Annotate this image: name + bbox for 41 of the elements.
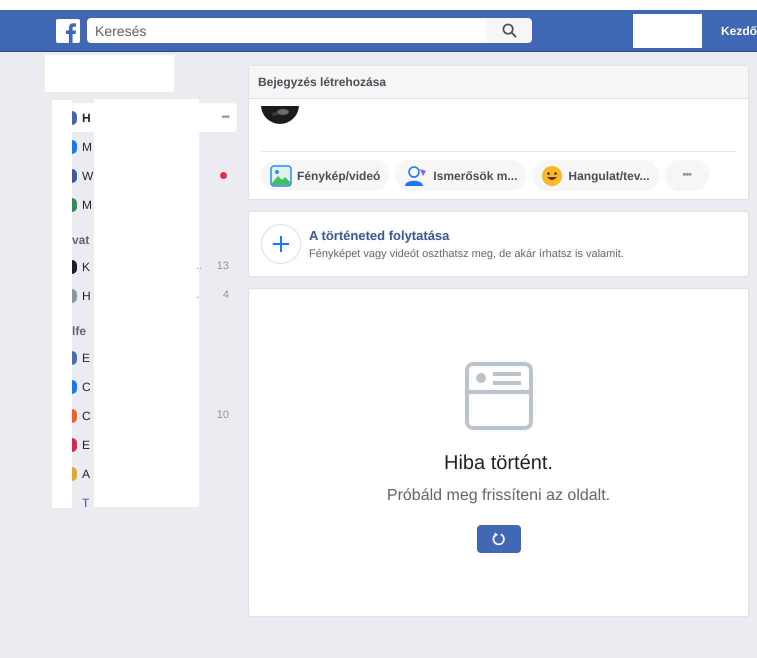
sidebar-item-link[interactable]: H <box>82 286 91 304</box>
home-link[interactable]: Kezdő <box>721 22 757 40</box>
sidebar-item-link[interactable]: M <box>82 196 92 214</box>
sidebar-item-link[interactable]: C <box>82 378 91 396</box>
search-button[interactable] <box>486 18 532 43</box>
story-subtitle: Fényképet vagy videót oszthatsz meg, de akár írhatsz is valamit. <box>309 246 624 262</box>
page-icon <box>464 362 532 430</box>
refresh-button[interactable] <box>476 525 520 553</box>
ellipsis: .. <box>196 259 202 274</box>
count: 10 <box>216 408 229 424</box>
card-title: Bejegyzés létrehozása <box>258 74 386 91</box>
add-button[interactable] <box>261 224 301 264</box>
section-heading: vat <box>72 232 90 249</box>
search-icon <box>502 23 517 38</box>
error-title: Hiba történt. <box>444 451 553 476</box>
sidebar-item-link[interactable]: C <box>82 406 91 424</box>
redaction-block <box>633 14 702 48</box>
smiley-icon <box>541 164 564 186</box>
composer-action-button[interactable]: Ismerősök m... <box>395 160 526 191</box>
person-tag-icon <box>404 164 428 186</box>
sidebar-item-link[interactable]: H <box>82 108 91 126</box>
logo-icon[interactable] <box>56 18 80 42</box>
refresh-icon <box>492 532 506 546</box>
sidebar-item-link[interactable]: A <box>82 464 90 482</box>
count: 4 <box>222 288 229 304</box>
sidebar-item-link[interactable]: M <box>82 138 92 156</box>
sidebar-item-link[interactable]: E <box>82 436 90 454</box>
ellipsis: . <box>196 288 200 304</box>
composer-action-button[interactable]: Hangulat/tev... <box>532 160 659 191</box>
plus-icon <box>273 236 289 252</box>
story-title: A történeted folytatása <box>309 227 450 245</box>
composer-action-button[interactable]: Fénykép/videó <box>261 160 390 191</box>
sidebar-item-link[interactable]: E <box>82 348 90 366</box>
error-message: Próbáld meg frissíteni az oldalt. <box>386 486 610 506</box>
sidebar-item-link[interactable]: W <box>82 166 94 184</box>
count: 13 <box>216 259 229 274</box>
see-more-link[interactable]: T <box>82 494 90 512</box>
section-heading: lfe <box>72 323 86 340</box>
search-field[interactable]: Keresés <box>87 18 486 43</box>
image-icon <box>270 164 292 186</box>
sidebar-item-link[interactable]: K <box>82 258 90 276</box>
